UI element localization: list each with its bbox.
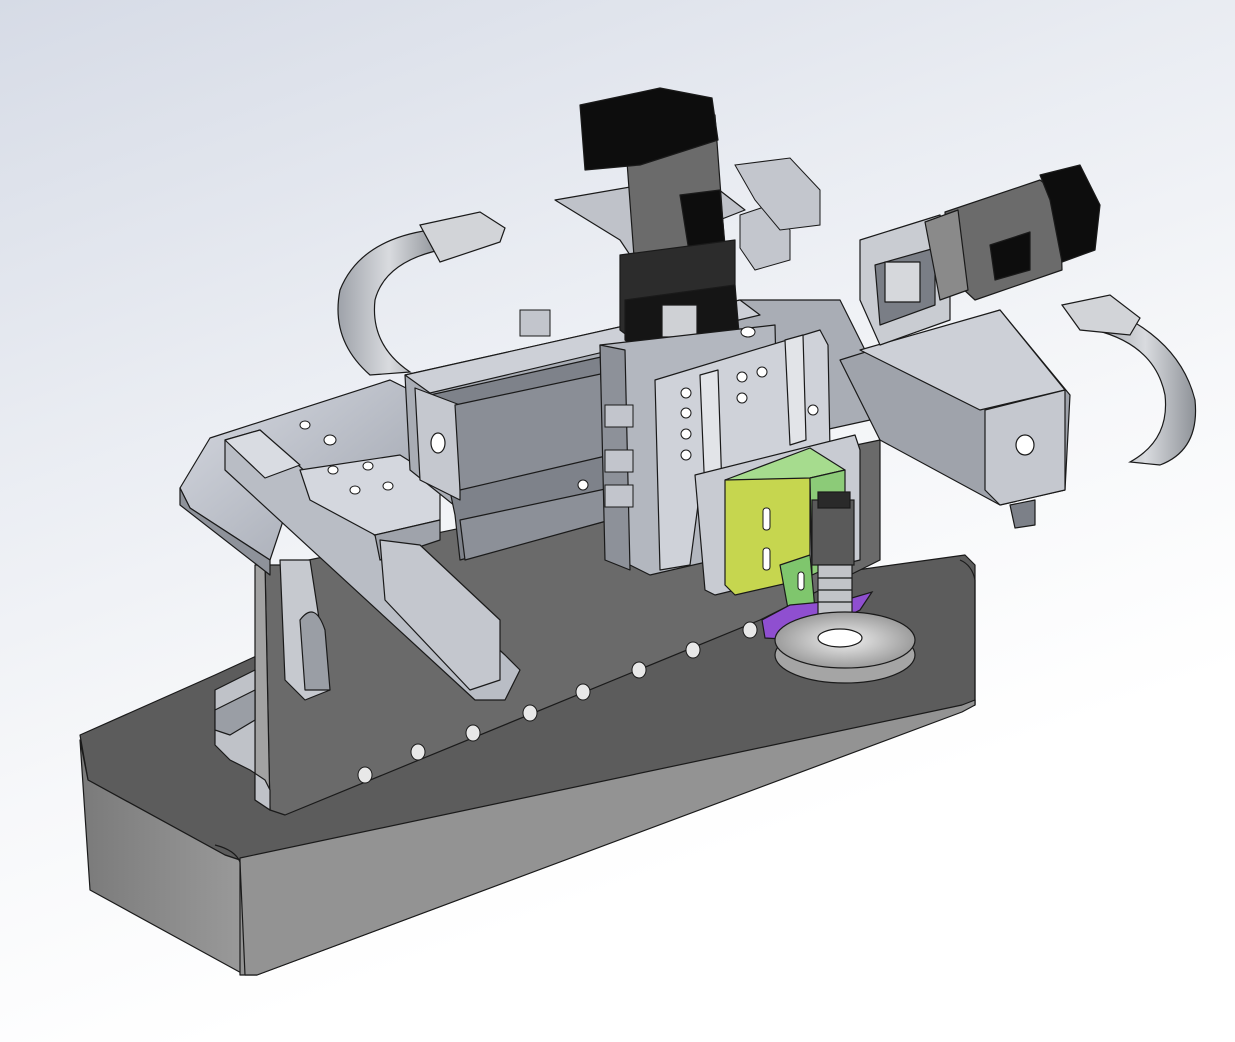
- z-slide-hole: [740, 326, 756, 338]
- bracket-slot: [762, 507, 771, 531]
- camera-top: [817, 491, 851, 509]
- carriage-hole: [362, 461, 374, 471]
- carriage-hole: [382, 481, 394, 491]
- wall-hole: [465, 724, 481, 742]
- clamp-block: [604, 404, 634, 428]
- z-slide-hole: [756, 366, 768, 378]
- carriage-hole: [299, 420, 311, 430]
- camera: [811, 491, 855, 616]
- right-cable-chain: [1060, 294, 1197, 466]
- ring-light: [774, 611, 916, 684]
- wall-hole: [575, 683, 591, 701]
- y-coupling: [884, 261, 921, 303]
- wall-hole: [742, 621, 758, 639]
- assembly-drawing: [79, 87, 1197, 976]
- cad-viewport[interactable]: [0, 0, 1235, 1042]
- ring-light-aperture: [817, 628, 863, 648]
- clamp-block: [604, 449, 634, 473]
- z-slide-hole: [736, 392, 748, 404]
- z-motor-coupling: [661, 304, 698, 338]
- z-slide-hole: [736, 371, 748, 383]
- z-slide-hole: [577, 479, 589, 491]
- wall-hole: [410, 743, 426, 761]
- z-slide-hole: [807, 404, 819, 416]
- wall-hole: [522, 704, 538, 722]
- upper-brackets: [734, 157, 821, 271]
- z-slide-hole: [680, 387, 692, 399]
- left-chain-loop: [337, 229, 441, 376]
- carriage-hole: [349, 485, 361, 495]
- wall-hole: [685, 641, 701, 659]
- z-axis-motor: [554, 87, 746, 361]
- z-slide-hole: [680, 449, 692, 461]
- z-slide-hole: [680, 428, 692, 440]
- camera-body: [811, 499, 855, 566]
- y-axis-motor: [924, 164, 1101, 301]
- x-beam-end-hole: [430, 432, 446, 454]
- right-chain-end: [1060, 294, 1141, 336]
- y-module-foot: [1009, 499, 1036, 529]
- carriage-hole: [327, 465, 339, 475]
- left-chain-end: [419, 211, 506, 263]
- bracket-slot: [762, 547, 771, 571]
- wall-hole: [357, 766, 373, 784]
- clamp-block: [604, 484, 634, 508]
- left-cable-chain: [337, 211, 506, 376]
- y-module-end-hole: [1015, 434, 1035, 456]
- carriage-hole: [323, 434, 337, 446]
- bracket-slot: [797, 571, 805, 591]
- wall-hole: [631, 661, 647, 679]
- z-slide-hole: [680, 407, 692, 419]
- clamp-block: [519, 309, 551, 337]
